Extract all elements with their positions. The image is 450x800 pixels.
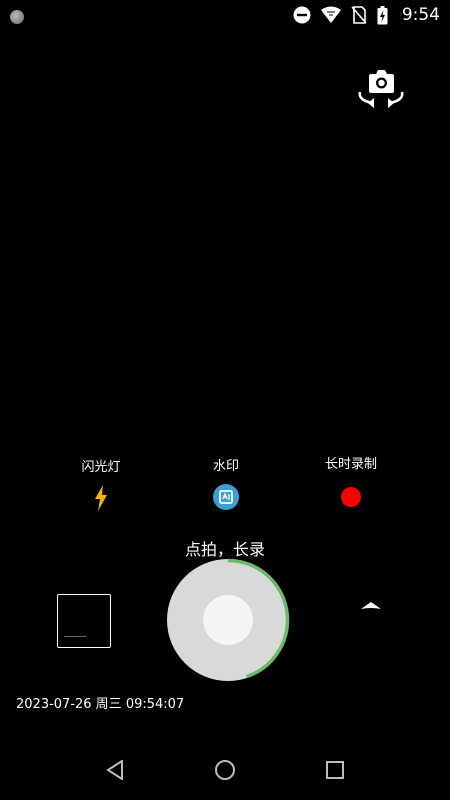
record-dot-icon	[341, 487, 361, 507]
watermark-icon	[213, 484, 239, 510]
chevron-up-icon	[361, 602, 381, 609]
nav-back-button[interactable]	[100, 755, 130, 785]
long-record-toggle[interactable]: 长时录制	[306, 453, 396, 511]
shutter-button[interactable]	[165, 557, 291, 683]
switch-camera-button[interactable]	[352, 64, 410, 112]
recents-icon	[326, 761, 344, 779]
status-clock: 9:54	[401, 5, 440, 25]
nav-home-button[interactable]	[210, 755, 240, 785]
navigation-bar	[0, 740, 450, 800]
shutter-inner-button	[203, 595, 253, 645]
no-sim-icon	[351, 6, 367, 24]
collapse-panel-button[interactable]	[360, 596, 382, 615]
do-not-disturb-icon	[293, 6, 311, 24]
long-record-label: 长时录制	[324, 457, 377, 472]
wifi-icon	[320, 6, 341, 24]
notification-dot-icon	[10, 10, 24, 24]
back-icon	[106, 760, 123, 780]
flash-icon	[95, 485, 107, 511]
switch-camera-icon	[358, 70, 404, 108]
nav-recents-button[interactable]	[320, 755, 350, 785]
battery-charging-icon	[377, 5, 388, 25]
watermark-toggle[interactable]: 水印	[181, 455, 271, 511]
gallery-thumbnail[interactable]	[57, 594, 111, 648]
status-bar: 9:54	[0, 0, 450, 30]
flash-label: 闪光灯	[81, 460, 121, 475]
flash-toggle[interactable]: 闪光灯	[56, 456, 146, 512]
home-icon	[215, 760, 235, 780]
status-icons: 9:54	[293, 3, 440, 27]
watermark-label: 水印	[212, 459, 239, 474]
timestamp-overlay: 2023-07-26 周三 09:54:07	[16, 697, 185, 712]
